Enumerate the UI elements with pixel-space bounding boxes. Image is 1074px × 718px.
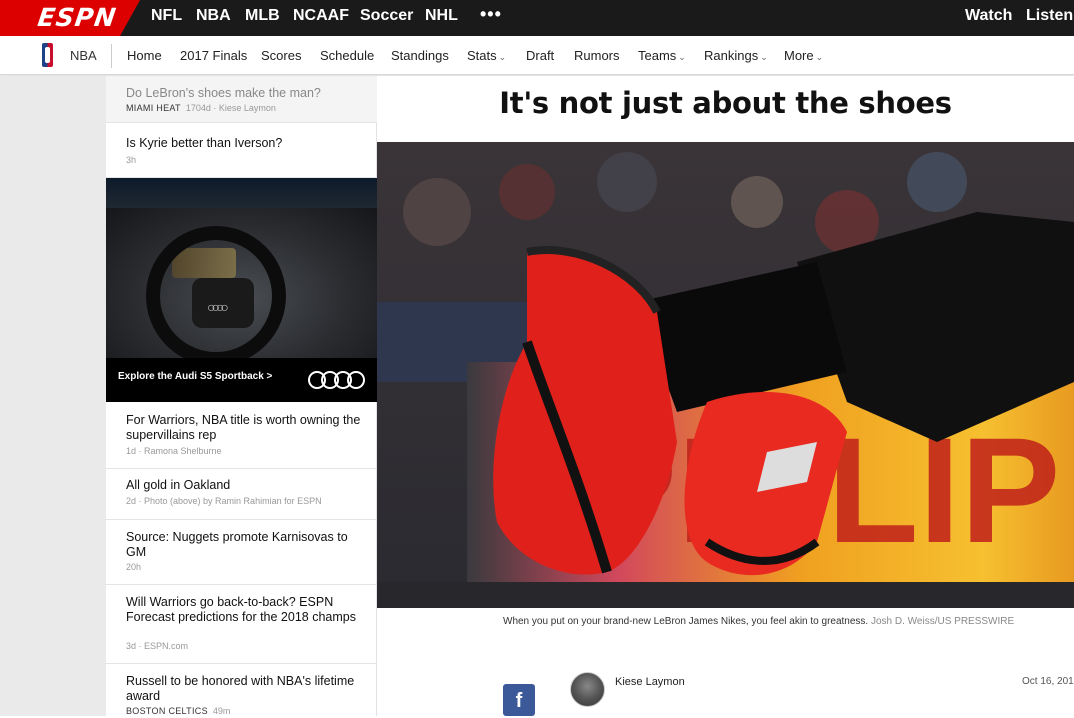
section-navigation-bar: NBA Home 2017 Finals Scores Schedule Sta…: [0, 36, 1074, 75]
feed-item[interactable]: Source: Nuggets promote Karnisovas to GM…: [106, 520, 377, 585]
feed-item[interactable]: Russell to be honored with NBA's lifetim…: [106, 664, 377, 716]
team-tag: BOSTON CELTICS: [126, 706, 208, 716]
facebook-share-icon[interactable]: f: [503, 684, 535, 716]
feed-item[interactable]: For Warriors, NBA title is worth owning …: [106, 402, 377, 469]
topnav-ncaaf[interactable]: NCAAF: [293, 7, 349, 25]
audi-advertisement[interactable]: ○○○○ Explore the Audi S5 Sportback >: [106, 178, 377, 402]
feed-headline[interactable]: Source: Nuggets promote Karnisovas to GM: [126, 530, 366, 559]
topnav-soccer[interactable]: Soccer: [360, 7, 413, 25]
top-navigation-bar: ESPN NFL NBA MLB NCAAF Soccer NHL ••• Wa…: [0, 0, 1074, 36]
section-name[interactable]: NBA: [70, 48, 97, 63]
topnav-nhl[interactable]: NHL: [425, 7, 458, 25]
feed-item[interactable]: Do LeBron's shoes make the man? MIAMI HE…: [106, 76, 377, 123]
feed-meta: MIAMI HEAT 1704d · Kiese Laymon: [126, 103, 276, 113]
topnav-mlb[interactable]: MLB: [245, 7, 280, 25]
photo-caption: When you put on your brand-new LeBron Ja…: [503, 616, 1015, 627]
team-tag: MIAMI HEAT: [126, 103, 181, 113]
feed-headline[interactable]: Will Warriors go back-to-back? ESPN Fore…: [126, 595, 366, 624]
subnav-standings[interactable]: Standings: [391, 48, 449, 63]
hero-photo[interactable]: PHILIP: [377, 142, 1074, 608]
article-main: It's not just about the shoes When you p…: [377, 76, 1074, 716]
subnav-rumors[interactable]: Rumors: [574, 48, 620, 63]
subnav-scores[interactable]: Scores: [261, 48, 301, 63]
subnav-rankings[interactable]: Rankings ⌄: [704, 48, 768, 63]
divider: [111, 44, 112, 68]
subnav-stats[interactable]: Stats ⌄: [467, 48, 506, 63]
audi-logo-icon: [308, 371, 365, 389]
author-avatar[interactable]: [570, 672, 605, 707]
subnav-home[interactable]: Home: [127, 48, 162, 63]
feed-meta: 20h: [126, 562, 142, 572]
feed-headline[interactable]: Do LeBron's shoes make the man?: [126, 86, 366, 101]
chevron-down-icon: ⌄: [678, 52, 686, 62]
topnav-nfl[interactable]: NFL: [151, 7, 182, 25]
ad-cta-link[interactable]: Explore the Audi S5 Sportback >: [118, 371, 272, 382]
listen-link[interactable]: Listen: [1026, 7, 1073, 25]
subnav-draft[interactable]: Draft: [526, 48, 554, 63]
feed-headline[interactable]: Russell to be honored with NBA's lifetim…: [126, 674, 366, 703]
audi-rings-icon: ○○○○: [207, 299, 229, 315]
article-title: It's not just about the shoes: [499, 86, 952, 120]
chevron-down-icon: ⌄: [760, 52, 768, 62]
news-feed: Do LeBron's shoes make the man? MIAMI HE…: [106, 76, 377, 716]
nba-logo-icon[interactable]: [42, 43, 53, 67]
feed-meta: 2d · Photo (above) by Ramin Rahimian for…: [126, 496, 322, 506]
subnav-teams[interactable]: Teams ⌄: [638, 48, 686, 63]
subnav-schedule[interactable]: Schedule: [320, 48, 374, 63]
subnav-2017-finals[interactable]: 2017 Finals: [180, 48, 247, 63]
page-gutter: [0, 76, 106, 716]
sneakers-photo-image: PHILIP: [377, 142, 1074, 608]
feed-item[interactable]: Will Warriors go back-to-back? ESPN Fore…: [106, 585, 377, 664]
feed-meta: 1d · Ramona Shelburne: [126, 446, 222, 456]
topnav-nba[interactable]: NBA: [196, 7, 231, 25]
feed-meta: BOSTON CELTICS 49m: [126, 706, 231, 716]
photo-credit: Josh D. Weiss/US PRESSWIRE: [870, 616, 1015, 627]
feed-item[interactable]: Is Kyrie better than Iverson? 3h: [106, 123, 377, 178]
espn-logo[interactable]: ESPN: [36, 3, 118, 32]
chevron-down-icon: ⌄: [815, 52, 824, 62]
feed-meta: 3h: [126, 155, 137, 165]
watch-link[interactable]: Watch: [965, 7, 1012, 25]
feed-headline[interactable]: Is Kyrie better than Iverson?: [126, 136, 366, 151]
feed-headline[interactable]: For Warriors, NBA title is worth owning …: [126, 413, 366, 442]
feed-headline[interactable]: All gold in Oakland: [126, 478, 366, 493]
feed-item[interactable]: All gold in Oakland 2d · Photo (above) b…: [106, 469, 377, 520]
chevron-down-icon: ⌄: [498, 52, 507, 62]
author-name[interactable]: Kiese Laymon: [615, 676, 685, 688]
feed-meta: 3d · ESPN.com: [126, 641, 189, 651]
subnav-more[interactable]: More ⌄: [784, 48, 823, 63]
more-sports-menu[interactable]: •••: [480, 4, 502, 25]
article-date: Oct 16, 2012: [1022, 676, 1074, 687]
